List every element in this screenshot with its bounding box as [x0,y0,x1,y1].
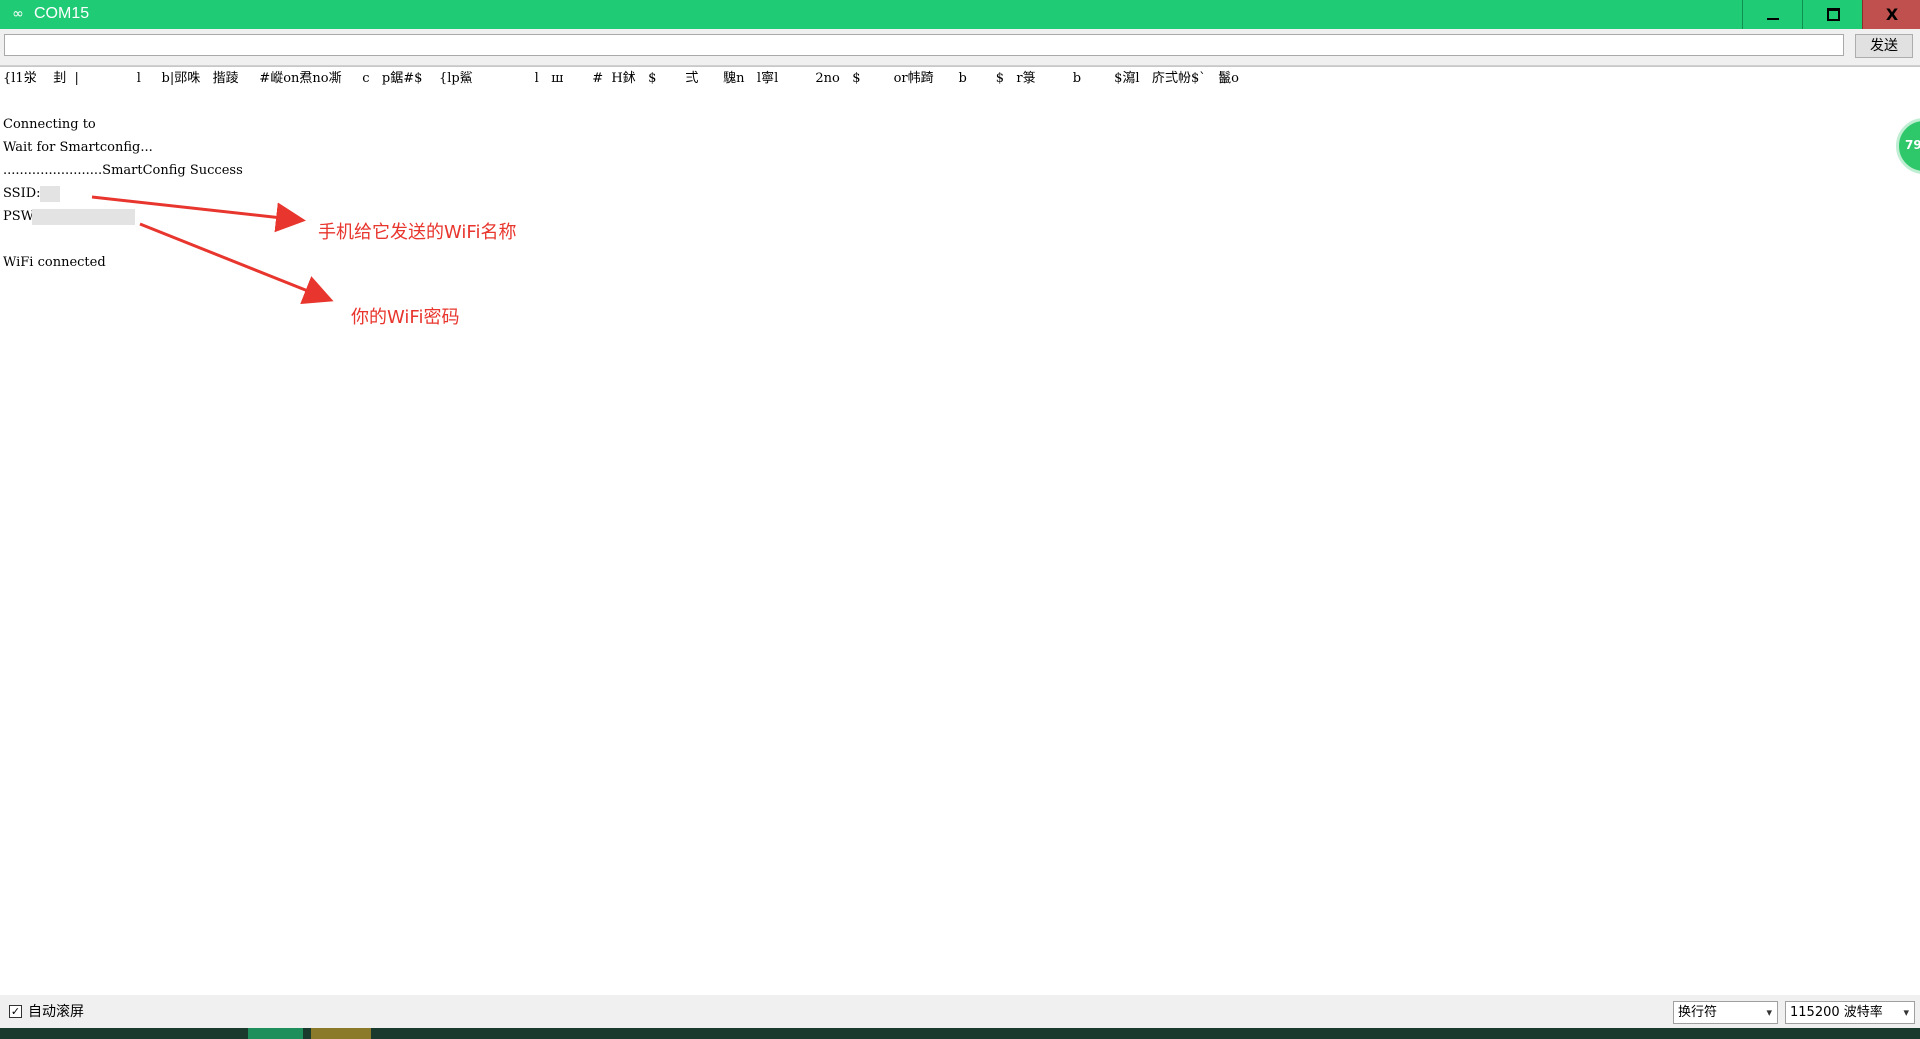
baud-rate-value: 115200 波特率 [1790,1005,1883,1020]
send-button[interactable]: 发送 [1855,34,1913,58]
maximize-icon [1826,8,1840,21]
annotation-arrows [91,195,334,305]
line-ending-select[interactable]: 换行符 ▾ [1673,1001,1778,1024]
taskbar-item[interactable] [311,1028,371,1039]
baud-rate-select[interactable]: 115200 波特率 ▾ [1785,1001,1915,1024]
serial-send-input[interactable] [4,34,1844,56]
maximize-button[interactable] [1802,0,1863,29]
serial-output[interactable]: {l1泶 刲 | l b|郖咮 揩踜 #嵷on焄no凘 c p鋸#$ {lp鯊 … [0,66,1920,996]
psw-annotation: 你的WiFi密码 [351,307,460,328]
autoscroll-checkbox[interactable]: ✓ [9,1005,22,1018]
taskbar-item[interactable] [248,1028,303,1039]
close-button[interactable]: X [1862,0,1920,29]
ssid-arrow [91,195,306,233]
send-bar: 发送 [0,29,1920,66]
close-icon: X [1885,5,1899,24]
chevron-down-icon: ▾ [1766,1006,1772,1019]
minimize-icon [1767,17,1779,20]
badge-value: 79 [1905,138,1920,152]
ssid-annotation: 手机给它发送的WiFi名称 [318,222,517,243]
psw-arrow [139,222,334,305]
line-ending-value: 换行符 [1678,1005,1718,1020]
taskbar [0,1028,1920,1039]
bottom-bar: ✓ 自动滚屏 换行符 ▾ 115200 波特率 ▾ [0,995,1920,1028]
chevron-down-icon: ▾ [1903,1006,1909,1019]
arduino-infinity-icon: ∞ [12,6,24,22]
window-title: COM15 [34,5,90,22]
title-bar: ∞ COM15 X [0,0,1920,29]
autoscroll-label: 自动滚屏 [28,1004,84,1020]
minimize-button[interactable] [1742,0,1803,29]
